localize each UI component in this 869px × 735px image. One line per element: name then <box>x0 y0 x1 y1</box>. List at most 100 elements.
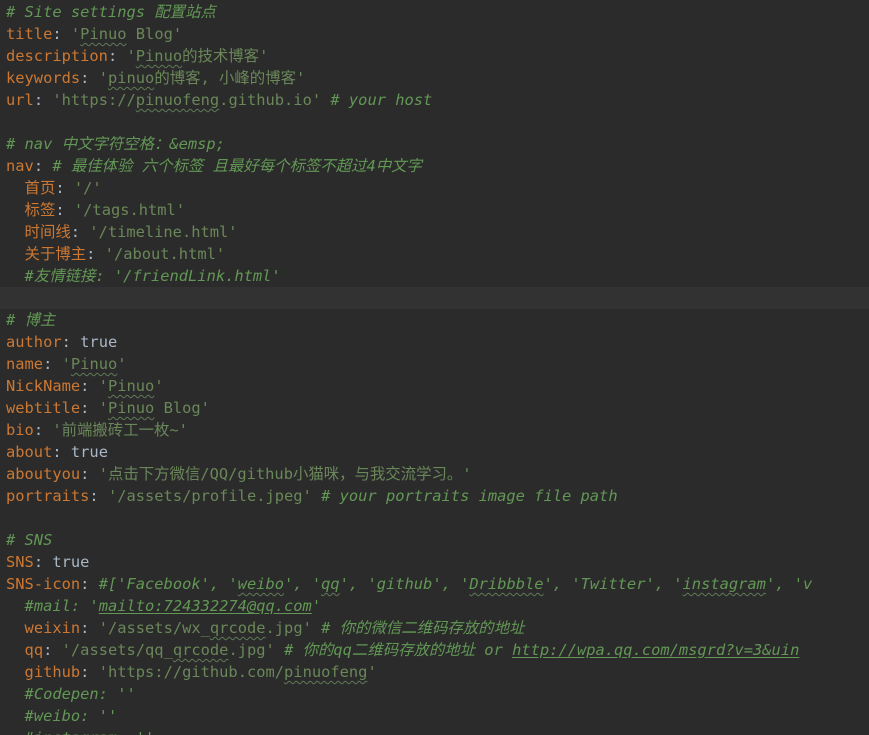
code-token: Pinuo <box>135 47 183 65</box>
code-token: #友情链接: '/friendLink.html' <box>24 267 281 285</box>
code-token: ', 'github', ' <box>339 575 470 593</box>
code-token: #instagram: '' <box>25 729 155 735</box>
code-line[interactable]: #友情链接: '/friendLink.html' <box>0 265 869 287</box>
code-line[interactable]: SNS-icon: #['Facebook', 'weibo', 'qq', '… <box>0 573 869 595</box>
code-line[interactable]: # Site settings 配置站点 <box>0 1 869 23</box>
code-line[interactable]: NickName: 'Pinuo' <box>0 375 869 397</box>
code-line[interactable]: name: 'Pinuo' <box>0 353 869 375</box>
code-line[interactable]: 时间线: '/timeline.html' <box>0 221 869 243</box>
code-token: weixin <box>24 619 81 637</box>
code-token: ', 'v <box>765 575 813 593</box>
code-token: : <box>43 355 62 373</box>
code-token: #weibo: '' <box>24 707 118 725</box>
code-line[interactable]: weixin: '/assets/wx_qrcode.jpg' # 你的微信二维… <box>0 617 869 639</box>
code-token: : <box>80 575 99 593</box>
code-token: 时间线 <box>24 223 71 241</box>
code-token: : <box>33 157 53 175</box>
code-token: webtitle <box>6 399 81 417</box>
code-token: '点击下方微信/QQ/github小猫咪，与我交流学习。' <box>98 465 472 483</box>
code-token: 的博客, 小峰的博客' <box>154 69 306 87</box>
code-line[interactable]: #weibo: '' <box>0 705 869 727</box>
code-line[interactable]: # SNS <box>0 529 869 551</box>
code-token: Pinuo <box>107 377 155 395</box>
code-token: : <box>33 553 53 571</box>
code-line[interactable]: nav: # 最佳体验 六个标签 且最好每个标签不超过4中文字 <box>0 155 869 177</box>
code-token: : <box>43 641 62 659</box>
code-token: ' <box>154 377 164 395</box>
code-token: description <box>6 47 108 65</box>
code-token: : <box>107 47 127 65</box>
code-token: # nav 中文字符空格：&emsp; <box>6 135 225 153</box>
code-line[interactable]: qq: '/assets/qq_qrcode.jpg' # 你的qq二维码存放的… <box>0 639 869 661</box>
code-editor[interactable]: # Site settings 配置站点 title: 'Pinuo Blog' d… <box>0 0 869 735</box>
code-token: Pinuo <box>70 355 118 373</box>
code-line[interactable]: author: true <box>0 331 869 353</box>
code-line[interactable]: # nav 中文字符空格：&emsp; <box>0 133 869 155</box>
code-token: ' <box>367 663 377 681</box>
code-line[interactable]: about: true <box>0 441 869 463</box>
code-line[interactable]: aboutyou: '点击下方微信/QQ/github小猫咪，与我交流学习。' <box>0 463 869 485</box>
code-token: #Codepen: '' <box>24 685 136 703</box>
code-line[interactable]: bio: '前端搬砖工一枚~' <box>0 419 869 441</box>
code-token: ', 'Twitter', ' <box>543 575 683 593</box>
code-token: about <box>6 443 53 461</box>
code-token: : <box>55 201 74 219</box>
code-line[interactable]: 关于博主: '/about.html' <box>0 243 869 265</box>
code-token: name <box>6 355 44 373</box>
code-line[interactable] <box>0 507 869 529</box>
code-token: SNS <box>6 553 34 571</box>
code-line[interactable]: github: 'https://github.com/pinuofeng' <box>0 661 869 683</box>
code-token: '前端搬砖工一枚~' <box>52 421 188 439</box>
code-token: Pinuo <box>80 25 127 43</box>
code-token: qq <box>24 641 44 659</box>
code-token: : <box>80 69 99 87</box>
code-token: : <box>80 663 99 681</box>
code-token: SNS-icon <box>6 575 81 593</box>
code-token: : <box>86 245 105 263</box>
code-token: #mail: ' <box>24 597 99 615</box>
code-token: ' <box>70 25 81 43</box>
code-line-current[interactable] <box>0 287 869 309</box>
code-token: # your host <box>321 91 433 109</box>
code-line[interactable]: title: 'Pinuo Blog' <box>0 23 869 45</box>
code-line[interactable]: description: 'Pinuo的技术博客' <box>0 45 869 67</box>
code-line[interactable]: 首页: '/' <box>0 177 869 199</box>
code-line[interactable]: # 博主 <box>0 309 869 331</box>
code-line[interactable]: #Codepen: '' <box>0 683 869 705</box>
code-token: : <box>55 179 74 197</box>
code-token: ' <box>98 69 108 87</box>
code-line[interactable]: SNS: true <box>0 551 869 573</box>
code-token: # 你的微信二维码存放的地址 <box>311 619 525 637</box>
code-line[interactable]: portraits: '/assets/profile.jpeg' # your… <box>0 485 869 507</box>
code-token: # Site settings 配置站点 <box>6 3 216 21</box>
code-line[interactable]: 标签: '/tags.html' <box>0 199 869 221</box>
code-token: Pinuo <box>107 399 155 417</box>
code-line[interactable]: keywords: 'pinuo的博客, 小峰的博客' <box>0 67 869 89</box>
code-token: .github.io' <box>219 91 322 109</box>
code-token: qrcode <box>172 641 229 659</box>
code-token: : <box>33 421 53 439</box>
code-line[interactable]: url: 'https://pinuofeng.github.io' # you… <box>0 89 869 111</box>
code-line[interactable]: webtitle: 'Pinuo Blog' <box>0 397 869 419</box>
code-token: true <box>52 553 90 571</box>
code-token: : <box>80 619 99 637</box>
code-token: weibo <box>237 575 285 593</box>
code-token: # SNS <box>6 531 53 549</box>
code-token: Blog' <box>154 399 210 417</box>
code-token: # 最佳体验 六个标签 且最好每个标签不超过4中文字 <box>52 157 422 175</box>
code-line[interactable] <box>0 111 869 133</box>
code-line[interactable]: #instagram: '' <box>0 727 869 735</box>
code-token: : <box>80 399 99 417</box>
code-token: title <box>6 25 53 43</box>
code-token: 关于博主 <box>24 245 87 263</box>
code-line[interactable]: #mail: 'mailto:724332274@qq.com' <box>0 595 869 617</box>
